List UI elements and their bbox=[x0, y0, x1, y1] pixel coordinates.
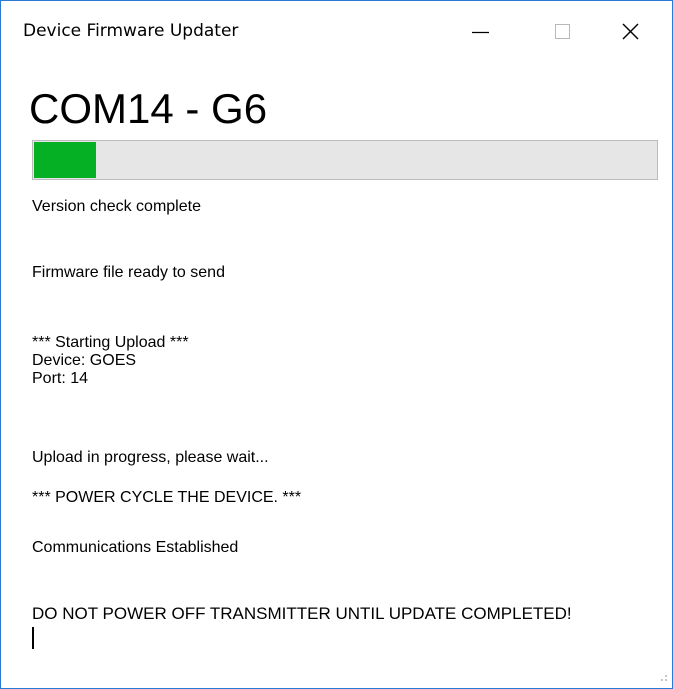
minimize-icon bbox=[472, 31, 489, 34]
log-warning: DO NOT POWER OFF TRANSMITTER UNTIL UPDAT… bbox=[32, 604, 572, 623]
device-port-heading: COM14 - G6 bbox=[29, 85, 268, 132]
log-firmware-ready: Firmware file ready to send bbox=[32, 264, 225, 281]
resize-grip-icon[interactable] bbox=[656, 672, 668, 684]
progress-fill bbox=[34, 142, 96, 178]
maximize-icon bbox=[555, 24, 570, 39]
log-version-check: Version check complete bbox=[32, 198, 201, 215]
maximize-button[interactable] bbox=[536, 1, 592, 63]
text-caret[interactable] bbox=[32, 627, 34, 649]
log-device: Device: GOES bbox=[32, 352, 137, 369]
log-comms-established: Communications Established bbox=[32, 539, 239, 556]
close-icon bbox=[622, 23, 639, 40]
upload-progress-bar bbox=[32, 140, 658, 180]
log-power-cycle: *** POWER CYCLE THE DEVICE. *** bbox=[32, 489, 302, 506]
title-bar[interactable]: Device Firmware Updater bbox=[1, 1, 672, 63]
minimize-button[interactable] bbox=[450, 1, 506, 63]
firmware-updater-window: Device Firmware Updater COM14 - G6 Versi… bbox=[0, 0, 673, 689]
close-button[interactable] bbox=[612, 1, 668, 63]
log-port: Port: 14 bbox=[32, 370, 89, 387]
log-starting-upload: *** Starting Upload *** bbox=[32, 334, 189, 351]
log-upload-progress: Upload in progress, please wait... bbox=[32, 449, 269, 466]
window-title: Device Firmware Updater bbox=[23, 21, 239, 41]
